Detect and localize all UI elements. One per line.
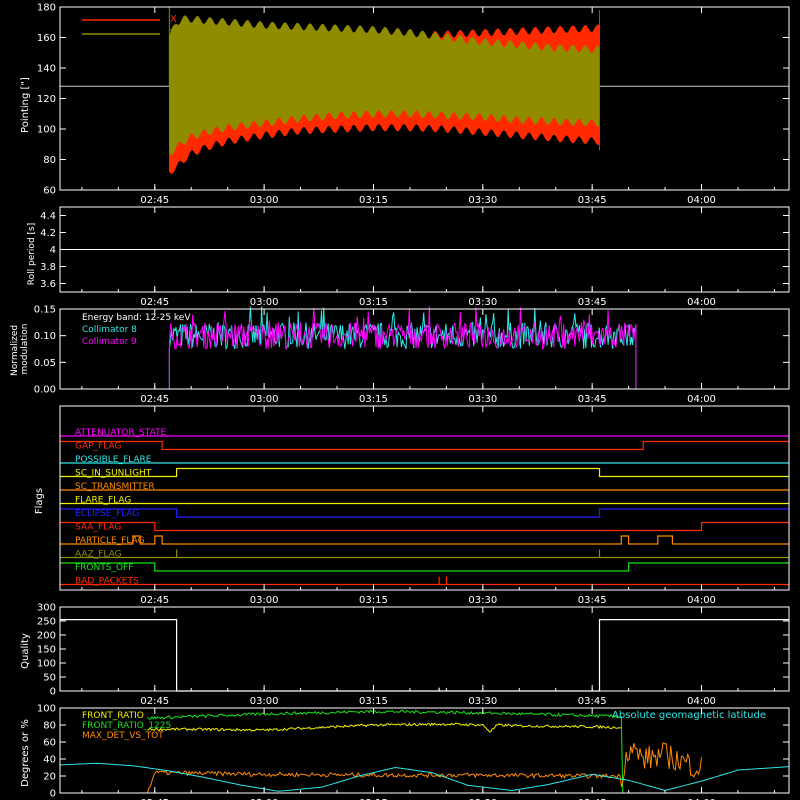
ytick-label-modulation: 0.10: [34, 331, 56, 342]
xtick-label-roll: 03:15: [359, 297, 388, 308]
pointing-ylabel: Pointing ["]: [20, 77, 31, 133]
geomagnetic-latitude-annotation: Absolute geomagnetic latitude: [612, 710, 766, 721]
flag-label-bad-packets: BAD_PACKETS: [75, 577, 139, 587]
legend-collimator-8: Collimator 8: [82, 325, 137, 335]
ytick-label-ratios: 20: [43, 772, 56, 783]
xtick-label-flags: 04:00: [687, 595, 716, 606]
xtick-label-quality: 02:45: [140, 696, 169, 707]
legend-label-y: Y: [169, 28, 177, 39]
ytick-label-roll: 3.8: [40, 262, 56, 273]
modulation-ylabel-line2: modulation: [20, 324, 30, 375]
xtick-label-pointing: 02:45: [140, 195, 169, 206]
ospex-qa-plot: Pointing ["] X Y 02:45 03:00 03:15 03:30 03:…: [0, 0, 800, 800]
flag-label-attenuator-state: ATTENUATOR_STATE: [75, 428, 167, 438]
roll-ylabel: Roll period [s]: [27, 223, 37, 285]
xtick-label-pointing: 03:15: [359, 195, 388, 206]
xtick-label-flags: 02:45: [140, 595, 169, 606]
xtick-label-roll: 04:00: [687, 297, 716, 308]
xtick-label-quality: 03:15: [359, 696, 388, 707]
legend-max-det-vs-tot: MAX_DET_VS_TOT: [82, 731, 164, 741]
ytick-label-quality: 50: [43, 673, 56, 684]
ytick-label-roll: 4: [50, 245, 56, 256]
ratios-ylabel: Degrees or %: [20, 719, 31, 787]
xtick-label-pointing: 03:45: [578, 195, 607, 206]
ytick-label-pointing: 140: [37, 64, 56, 75]
xtick-label-roll: 03:00: [250, 297, 279, 308]
ytick-label-ratios: 100: [37, 704, 56, 715]
ytick-label-quality: 200: [37, 631, 56, 642]
flags-ylabel: Flags: [34, 488, 45, 514]
flag-label-particle-flag: PARTICLE_FLAG: [75, 536, 145, 546]
legend-front-ratio-1225: FRONT_RATIO_1225: [82, 721, 171, 731]
modulation-ylabel-line1: Normalized: [10, 325, 20, 376]
xtick-label-flags: 03:30: [468, 595, 497, 606]
xtick-label-pointing: 03:00: [250, 195, 279, 206]
xtick-label-roll: 03:45: [578, 297, 607, 308]
ytick-label-ratios: 40: [43, 755, 56, 766]
xtick-label-quality: 03:45: [578, 696, 607, 707]
xtick-label-pointing: 04:00: [687, 195, 716, 206]
legend-collimator-9: Collimator 9: [82, 337, 137, 347]
ytick-label-quality: 150: [37, 645, 56, 656]
ytick-label-ratios: 60: [43, 738, 56, 749]
flag-label-gap-flag: GAP_FLAG: [75, 442, 121, 452]
ytick-label-roll: 4.4: [40, 211, 56, 222]
modulation-ylabel: Normalized modulation: [10, 322, 30, 376]
flag-label-sc-transmitter: SC_TRANSMITTER: [75, 482, 155, 492]
ytick-label-roll: 4.2: [40, 228, 56, 239]
xtick-label-flags: 03:45: [578, 595, 607, 606]
ytick-label-pointing: 60: [43, 186, 56, 197]
ytick-label-quality: 250: [37, 617, 56, 628]
ytick-label-ratios: 80: [43, 721, 56, 732]
legend-front-ratio: FRONT_RATIO: [82, 711, 144, 721]
ytick-label-pointing: 120: [37, 94, 56, 105]
ytick-label-pointing: 80: [43, 155, 56, 166]
flag-label-aaz-flag: AAZ_FLAG: [75, 550, 122, 560]
flag-label-flare-flag: FLARE_FLAG: [75, 496, 131, 506]
ytick-label-pointing: 100: [37, 125, 56, 136]
ytick-label-modulation: 0.05: [34, 358, 56, 369]
xtick-label-flags: 03:00: [250, 595, 279, 606]
xtick-label-roll: 02:45: [140, 297, 169, 308]
flag-label-sc-in-sunlight: SC_IN_SUNLIGHT: [75, 469, 152, 479]
ytick-label-quality: 0: [50, 687, 56, 698]
ytick-label-roll: 3.6: [40, 279, 56, 290]
ytick-label-modulation: 0.00: [34, 385, 56, 396]
ytick-label-quality: 100: [37, 659, 56, 670]
ytick-label-quality: 300: [37, 603, 56, 614]
xtick-label-modulation: 02:45: [140, 394, 169, 405]
legend-label-x: X: [170, 14, 177, 25]
xtick-label-roll: 03:30: [468, 297, 497, 308]
flag-label-possible-flare: POSSIBLE_FLARE: [75, 455, 152, 465]
ytick-label-ratios: 0: [50, 789, 56, 800]
xtick-label-modulation: 04:00: [687, 394, 716, 405]
xtick-label-pointing: 03:30: [468, 195, 497, 206]
xtick-label-modulation: 03:30: [468, 394, 497, 405]
xtick-label-quality: 03:00: [250, 696, 279, 707]
ytick-label-pointing: 160: [37, 33, 56, 44]
flag-label-fronts-off: FRONTS_OFF: [75, 563, 133, 573]
quality-ylabel: Quality: [20, 633, 31, 669]
xtick-label-modulation: 03:45: [578, 394, 607, 405]
flag-label-eclipse-flag: ECLIPSE_FLAG: [75, 509, 139, 519]
xtick-label-quality: 04:00: [687, 696, 716, 707]
xtick-label-modulation: 03:00: [250, 394, 279, 405]
ytick-label-modulation: 0.15: [34, 305, 56, 316]
flag-label-saa-flag: SAA_FLAG: [75, 523, 121, 533]
ytick-label-pointing: 180: [37, 3, 56, 14]
xtick-label-modulation: 03:15: [359, 394, 388, 405]
energy-band-annotation: Energy band: 12-25 keV: [82, 313, 191, 323]
xtick-label-quality: 03:30: [468, 696, 497, 707]
xtick-label-flags: 03:15: [359, 595, 388, 606]
